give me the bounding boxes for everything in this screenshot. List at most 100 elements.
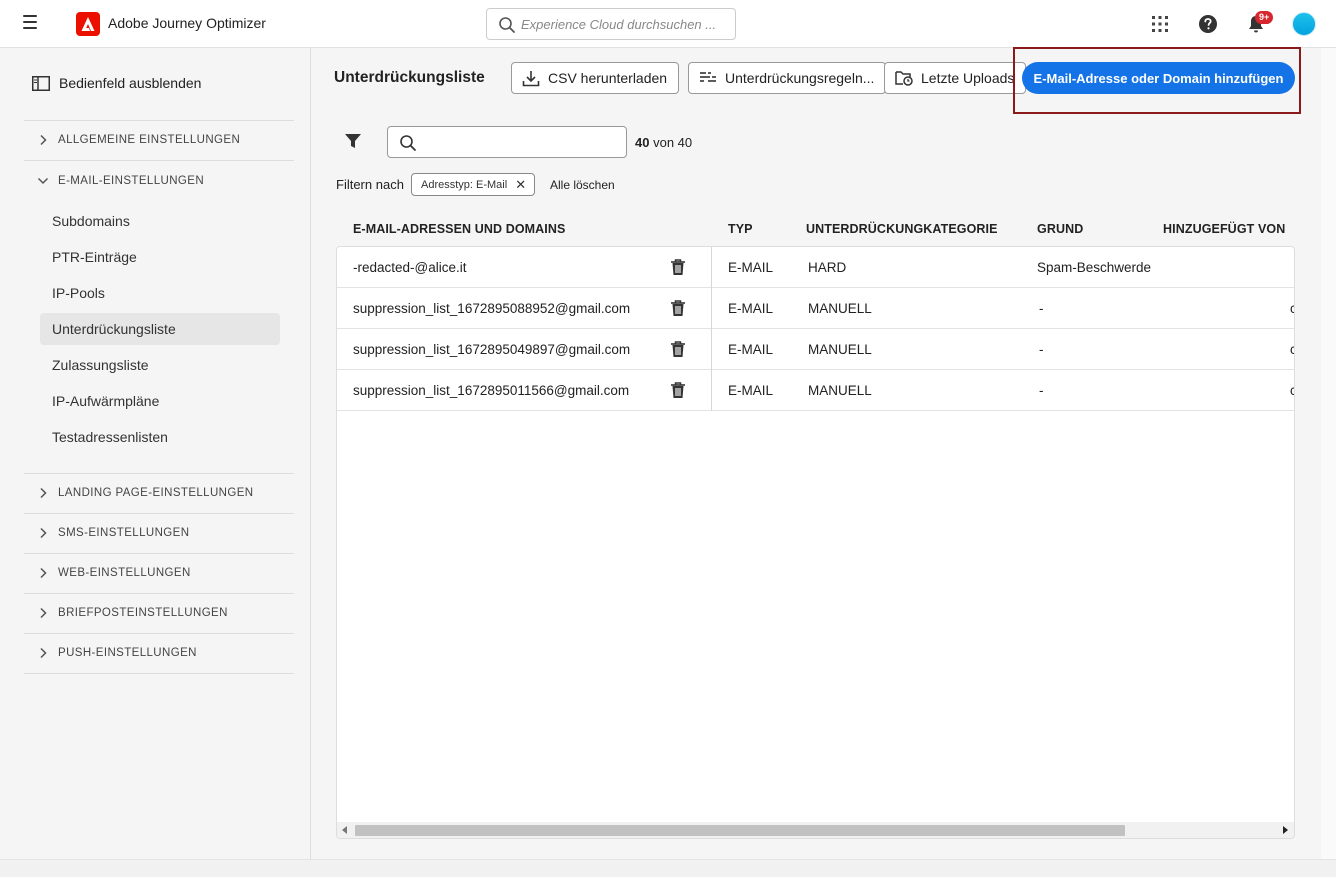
chevron-right-icon [40,527,47,539]
global-search-field[interactable] [486,8,736,40]
sidebar-section-label: SMS-EINSTELLUNGEN [58,527,190,539]
cell-address: -redacted-@alice.it [353,260,467,275]
sidebar-section-letter-mail[interactable]: BRIEFPOSTEINSTELLUNGEN [24,594,294,632]
sidebar-item-ptr[interactable]: PTR-Einträge [40,241,280,273]
cell-type: E-MAIL [728,383,774,398]
sidebar-item-suppression-list[interactable]: Unterdrückungsliste [40,313,280,345]
cell-category: HARD [808,260,847,275]
sidebar-section-email[interactable]: E-MAIL-EINSTELLUNGEN [24,162,294,200]
suppression-rules-label: Unterdrückungsregeln... [725,70,875,86]
clear-all-link[interactable]: Alle löschen [550,178,615,192]
cell-type: E-MAIL [728,301,774,316]
cell-type: E-MAIL [728,260,774,275]
result-count: 40 von 40 [635,135,692,150]
scrollbar-thumb[interactable] [355,825,1125,836]
cell-address: suppression_list_1672895088952@gmail.com [353,301,631,316]
column-header-added-by[interactable]: HINZUGEFÜGT VON [1163,222,1285,236]
sidebar-section-label: ALLGEMEINE EINSTELLUNGEN [58,134,241,146]
cell-reason: Spam-Beschwerde [1037,260,1152,275]
sidebar-item-test-address-lists[interactable]: Testadressenlisten [40,421,280,453]
column-header-type[interactable]: TYP [728,222,753,236]
menu-icon[interactable] [23,15,41,33]
add-email-or-domain-button[interactable]: E-Mail-Adresse oder Domain hinzufügen [1022,62,1295,94]
help-icon[interactable] [1196,12,1220,36]
cell-type: E-MAIL [728,342,774,357]
notification-badge: 9+ [1255,11,1274,24]
download-icon [522,70,540,86]
page-title: Unterdrückungsliste [334,69,485,86]
sidebar-item-subdomains[interactable]: Subdomains [40,205,280,237]
suppression-table: -redacted-@alice.it E-MAIL HARD Spam-Bes… [336,246,1295,839]
trash-icon[interactable] [670,300,686,317]
cell-reason: - [1039,342,1044,357]
hide-panel-button[interactable]: Bedienfeld ausblenden [32,73,201,93]
page-vertical-scrollbar[interactable] [1321,48,1336,859]
app-title[interactable]: Adobe Journey Optimizer [108,15,266,31]
sidebar-section-label: BRIEFPOSTEINSTELLUNGEN [58,607,228,619]
suppression-rules-button[interactable]: Unterdrückungsregeln... [688,62,887,94]
user-avatar[interactable] [1292,12,1316,36]
table-row[interactable]: -redacted-@alice.it E-MAIL HARD Spam-Bes… [337,247,1294,288]
rules-list-icon [700,72,716,82]
sidebar-item-ip-warmup[interactable]: IP-Aufwärmpläne [40,385,280,417]
global-search-input[interactable] [521,14,726,34]
chevron-right-icon [40,567,47,579]
table-search-field[interactable] [387,126,627,158]
column-header-address[interactable]: E-MAIL-ADRESSEN UND DOMAINS [353,222,565,236]
cell-category: MANUELL [808,301,872,316]
scroll-left-icon[interactable] [342,826,347,834]
download-csv-label: CSV herunterladen [548,70,668,86]
hide-panel-label: Bedienfeld ausblenden [59,75,202,91]
result-count-current: 40 [635,135,650,150]
settings-sidebar: Bedienfeld ausblenden ALLGEMEINE EINSTEL… [0,48,311,859]
recent-uploads-button[interactable]: Letzte Uploads [884,62,1027,94]
chevron-down-icon [37,177,49,185]
column-header-category[interactable]: UNTERDRÜCKUNGKATEGORIE [806,222,998,236]
table-row[interactable]: suppression_list_1672895088952@gmail.com… [337,288,1294,329]
sidebar-section-label: WEB-EINSTELLUNGEN [58,567,191,579]
filter-tag-label: Adresstyp: E-Mail [421,178,508,191]
trash-icon[interactable] [670,259,686,276]
panel-toggle-icon [32,75,50,91]
search-icon [400,135,416,151]
sidebar-section-sms[interactable]: SMS-EINSTELLUNGEN [24,514,294,552]
trash-icon[interactable] [670,341,686,358]
cell-address: suppression_list_1672895049897@gmail.com [353,342,631,357]
sidebar-item-ip-pools[interactable]: IP-Pools [40,277,280,309]
search-icon [499,17,515,33]
apps-grid-icon[interactable] [1148,12,1172,36]
download-csv-button[interactable]: CSV herunterladen [511,62,680,94]
cell-added-by: c [1290,342,1294,357]
cell-category: MANUELL [808,383,872,398]
table-search-input[interactable] [424,133,619,153]
sidebar-section-label: PUSH-EINSTELLUNGEN [58,647,197,659]
sidebar-section-label: LANDING PAGE-EINSTELLUNGEN [58,487,254,499]
trash-icon[interactable] [670,382,686,399]
sidebar-section-label: E-MAIL-EINSTELLUNGEN [58,175,205,187]
sidebar-section-general[interactable]: ALLGEMEINE EINSTELLUNGEN [24,121,294,159]
filter-icon[interactable] [344,132,362,150]
adobe-logo-icon[interactable] [76,12,100,36]
table-row[interactable]: suppression_list_1672895011566@gmail.com… [337,370,1294,411]
cell-added-by: c [1290,301,1294,316]
column-header-reason[interactable]: GRUND [1037,222,1083,236]
chevron-right-icon [40,487,47,499]
sidebar-divider [24,673,294,674]
sidebar-section-web[interactable]: WEB-EINSTELLUNGEN [24,554,294,592]
sidebar-divider [24,160,294,161]
top-bar: Adobe Journey Optimizer 9+ [0,0,1336,48]
sidebar-section-push[interactable]: PUSH-EINSTELLUNGEN [24,634,294,672]
sidebar-item-allow-list[interactable]: Zulassungsliste [40,349,280,381]
filter-by-label: Filtern nach [336,177,404,192]
scroll-right-icon[interactable] [1283,826,1288,834]
cell-added-by: c [1290,383,1294,398]
page-horizontal-scrollbar[interactable] [0,859,1336,877]
result-count-total: von 40 [653,135,693,150]
sticky-column-divider [711,247,712,411]
cell-address: suppression_list_1672895011566@gmail.com [353,383,630,398]
remove-filter-icon[interactable]: ✕ [515,178,526,191]
table-horizontal-scrollbar[interactable] [337,822,1294,838]
chevron-right-icon [40,647,47,659]
table-row[interactable]: suppression_list_1672895049897@gmail.com… [337,329,1294,370]
sidebar-section-landing-page[interactable]: LANDING PAGE-EINSTELLUNGEN [24,474,294,512]
